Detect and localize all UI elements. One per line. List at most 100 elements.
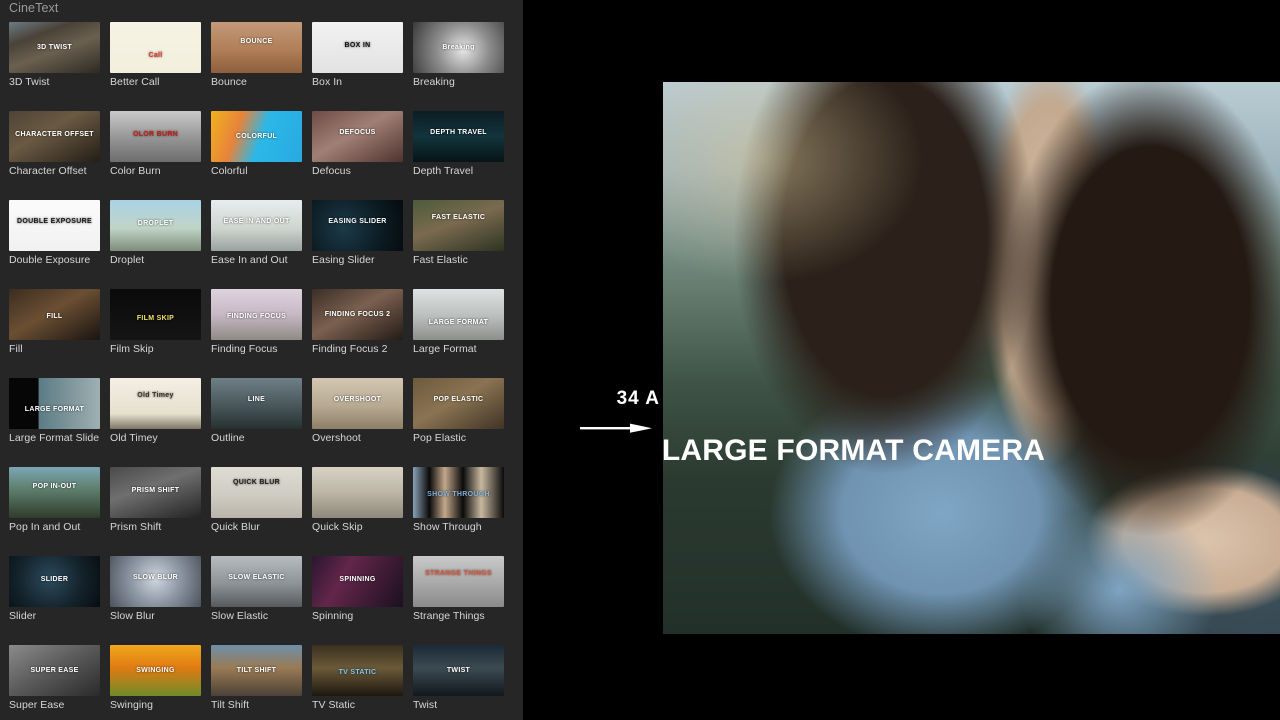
effect-thumbnail[interactable]: FILL [9,289,100,340]
effect-item[interactable]: DROPLET Droplet [110,200,201,266]
effect-item[interactable]: OVERSHOOT Overshoot [312,378,403,444]
thumbnail-preview-text: DEFOCUS [339,129,376,136]
effect-thumbnail[interactable]: PRISM SHIFT [110,467,201,518]
effect-item[interactable]: TV STATIC TV Static [312,645,403,711]
effect-thumbnail[interactable]: FAST ELASTIC [413,200,504,251]
thumbnail-preview-text: EASE IN AND OUT [223,218,290,225]
effect-thumbnail[interactable]: OLOR BURN [110,111,201,162]
effect-thumbnail[interactable]: BOUNCE [211,22,302,73]
effect-item[interactable]: 3D TWIST 3D Twist [9,22,100,88]
effect-item[interactable]: Breaking Breaking [413,22,504,88]
effect-item[interactable]: EASE IN AND OUT Ease In and Out [211,200,302,266]
effect-thumbnail[interactable]: SPINNING [312,556,403,607]
effect-thumbnail[interactable]: FINDING FOCUS [211,289,302,340]
effect-item[interactable]: TILT SHIFT Tilt Shift [211,645,302,711]
effect-item[interactable]: EASING SLIDER Easing Slider [312,200,403,266]
effect-item[interactable]: DOUBLE EXPOSURE Double Exposure [9,200,100,266]
effect-item[interactable]: COLORFUL Colorful [211,111,302,177]
thumbnail-image [312,467,403,518]
effect-thumbnail[interactable]: POP ELASTIC [413,378,504,429]
effect-item[interactable]: LARGE FORMAT Large Format [413,289,504,355]
thumbnail-preview-text: STRANGE THINGS [425,570,492,577]
effect-name-label: Spinning [312,610,354,622]
effect-thumbnail[interactable]: EASING SLIDER [312,200,403,251]
effect-name-label: Double Exposure [9,254,91,266]
effect-thumbnail[interactable]: LINE [211,378,302,429]
effect-thumbnail[interactable]: Old Timey [110,378,201,429]
effect-name-label: 3D Twist [9,76,50,88]
effect-item[interactable]: SHOW THROUGH Show Through [413,467,504,533]
effect-thumbnail[interactable]: DROPLET [110,200,201,251]
effect-thumbnail[interactable]: SLIDER [9,556,100,607]
thumbnail-preview-text: Breaking [442,44,475,51]
effect-thumbnail[interactable]: QUICK BLUR [211,467,302,518]
effect-name-label: Pop Elastic [413,432,467,444]
effect-thumbnail[interactable]: COLORFUL [211,111,302,162]
effect-item[interactable]: DEPTH TRAVEL Depth Travel [413,111,504,177]
thumbnail-image [110,556,201,607]
effect-item[interactable]: LINE Outline [211,378,302,444]
effect-thumbnail[interactable]: Call [110,22,201,73]
effect-thumbnail[interactable]: OVERSHOOT [312,378,403,429]
effect-item[interactable]: BOX IN Box In [312,22,403,88]
effect-name-label: TV Static [312,699,356,711]
effect-item[interactable]: FINDING FOCUS 2 Finding Focus 2 [312,289,403,355]
effect-item[interactable]: SPINNING Spinning [312,556,403,622]
effect-thumbnail[interactable]: BOX IN [312,22,403,73]
effect-thumbnail[interactable]: DEPTH TRAVEL [413,111,504,162]
effect-thumbnail[interactable] [312,467,403,518]
effect-item[interactable]: PRISM SHIFT Prism Shift [110,467,201,533]
effect-thumbnail[interactable]: EASE IN AND OUT [211,200,302,251]
effect-name-label: Large Format Slide [9,432,100,444]
effect-name-label: Film Skip [110,343,154,355]
effect-thumbnail[interactable]: TV STATIC [312,645,403,696]
effect-thumbnail[interactable]: FINDING FOCUS 2 [312,289,403,340]
effect-item[interactable]: STRANGE THINGS Strange Things [413,556,504,622]
effect-item[interactable]: TWIST Twist [413,645,504,711]
effect-item[interactable]: BOUNCE Bounce [211,22,302,88]
effect-item[interactable]: SLOW BLUR Slow Blur [110,556,201,622]
thumbnail-preview-text: TWIST [446,667,471,674]
effect-thumbnail[interactable]: TWIST [413,645,504,696]
effect-thumbnail[interactable]: CHARACTER OFFSET [9,111,100,162]
effect-name-label: Depth Travel [413,165,474,177]
effect-item[interactable]: POP ELASTIC Pop Elastic [413,378,504,444]
effect-thumbnail[interactable]: TILT SHIFT [211,645,302,696]
effect-item[interactable]: SUPER EASE Super Ease [9,645,100,711]
effect-thumbnail[interactable]: DEFOCUS [312,111,403,162]
effect-thumbnail[interactable]: SLOW ELASTIC [211,556,302,607]
effect-thumbnail[interactable]: LARGE FORMAT [9,378,100,429]
effect-name-label: Old Timey [110,432,158,444]
effect-item[interactable]: DEFOCUS Defocus [312,111,403,177]
effect-thumbnail[interactable]: SHOW THROUGH [413,467,504,518]
effect-thumbnail[interactable]: DOUBLE EXPOSURE [9,200,100,251]
effect-item[interactable]: OLOR BURN Color Burn [110,111,201,177]
effect-thumbnail[interactable]: LARGE FORMAT [413,289,504,340]
effect-item[interactable]: Old Timey Old Timey [110,378,201,444]
video-preview[interactable] [663,82,1280,634]
effect-item[interactable]: FINDING FOCUS Finding Focus [211,289,302,355]
effect-item[interactable]: Quick Skip [312,467,403,533]
thumbnail-preview-text: SPINNING [339,576,376,583]
effect-thumbnail[interactable]: STRANGE THINGS [413,556,504,607]
effect-item[interactable]: FILL Fill [9,289,100,355]
effect-item[interactable]: CHARACTER OFFSET Character Offset [9,111,100,177]
effect-item[interactable]: LARGE FORMAT Large Format Slide [9,378,100,444]
effect-thumbnail[interactable]: 3D TWIST [9,22,100,73]
effect-item[interactable]: SWINGING Swinging [110,645,201,711]
effect-item[interactable]: SLIDER Slider [9,556,100,622]
effect-thumbnail[interactable]: Breaking [413,22,504,73]
effect-item[interactable]: SLOW ELASTIC Slow Elastic [211,556,302,622]
effect-thumbnail[interactable]: FILM SKIP [110,289,201,340]
effect-thumbnail[interactable]: SUPER EASE [9,645,100,696]
effect-thumbnail[interactable]: SWINGING [110,645,201,696]
viewer-panel: 34 A LARGE FORMAT CAMERA [523,0,1280,720]
effect-item[interactable]: FILM SKIP Film Skip [110,289,201,355]
effect-item[interactable]: QUICK BLUR Quick Blur [211,467,302,533]
effect-item[interactable]: Call Better Call [110,22,201,88]
effect-thumbnail[interactable]: POP IN-OUT [9,467,100,518]
effect-thumbnail[interactable]: SLOW BLUR [110,556,201,607]
thumbnail-image [413,111,504,162]
effect-item[interactable]: POP IN-OUT Pop In and Out [9,467,100,533]
effect-item[interactable]: FAST ELASTIC Fast Elastic [413,200,504,266]
